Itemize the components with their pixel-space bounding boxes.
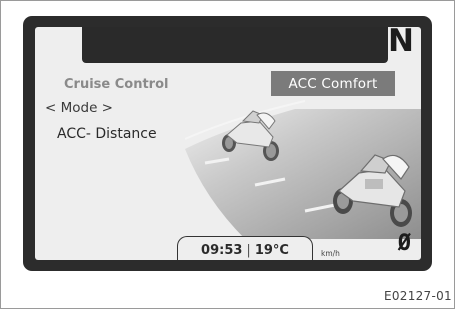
speed-unit: km/h [321,249,340,258]
acc-status-symbol: Ø [397,231,411,256]
menu-title: Cruise Control [64,77,169,92]
clock-time: 09:53 [201,242,243,258]
tft-screen: N Cruise Control ACC Comfort < Mode > AC… [35,27,421,260]
mode-selector[interactable]: < Mode > [45,100,113,116]
acc-distance-item[interactable]: ACC- Distance [57,126,157,142]
figure-code: E02127-01 [383,289,452,303]
gear-indicator: N [388,27,414,59]
status-separator: | [246,242,251,258]
road-scene [185,100,421,239]
ambient-temperature: 19°C [254,242,289,258]
status-bar: 09:53 | 19°C [177,236,313,260]
top-status-strip [82,27,388,63]
